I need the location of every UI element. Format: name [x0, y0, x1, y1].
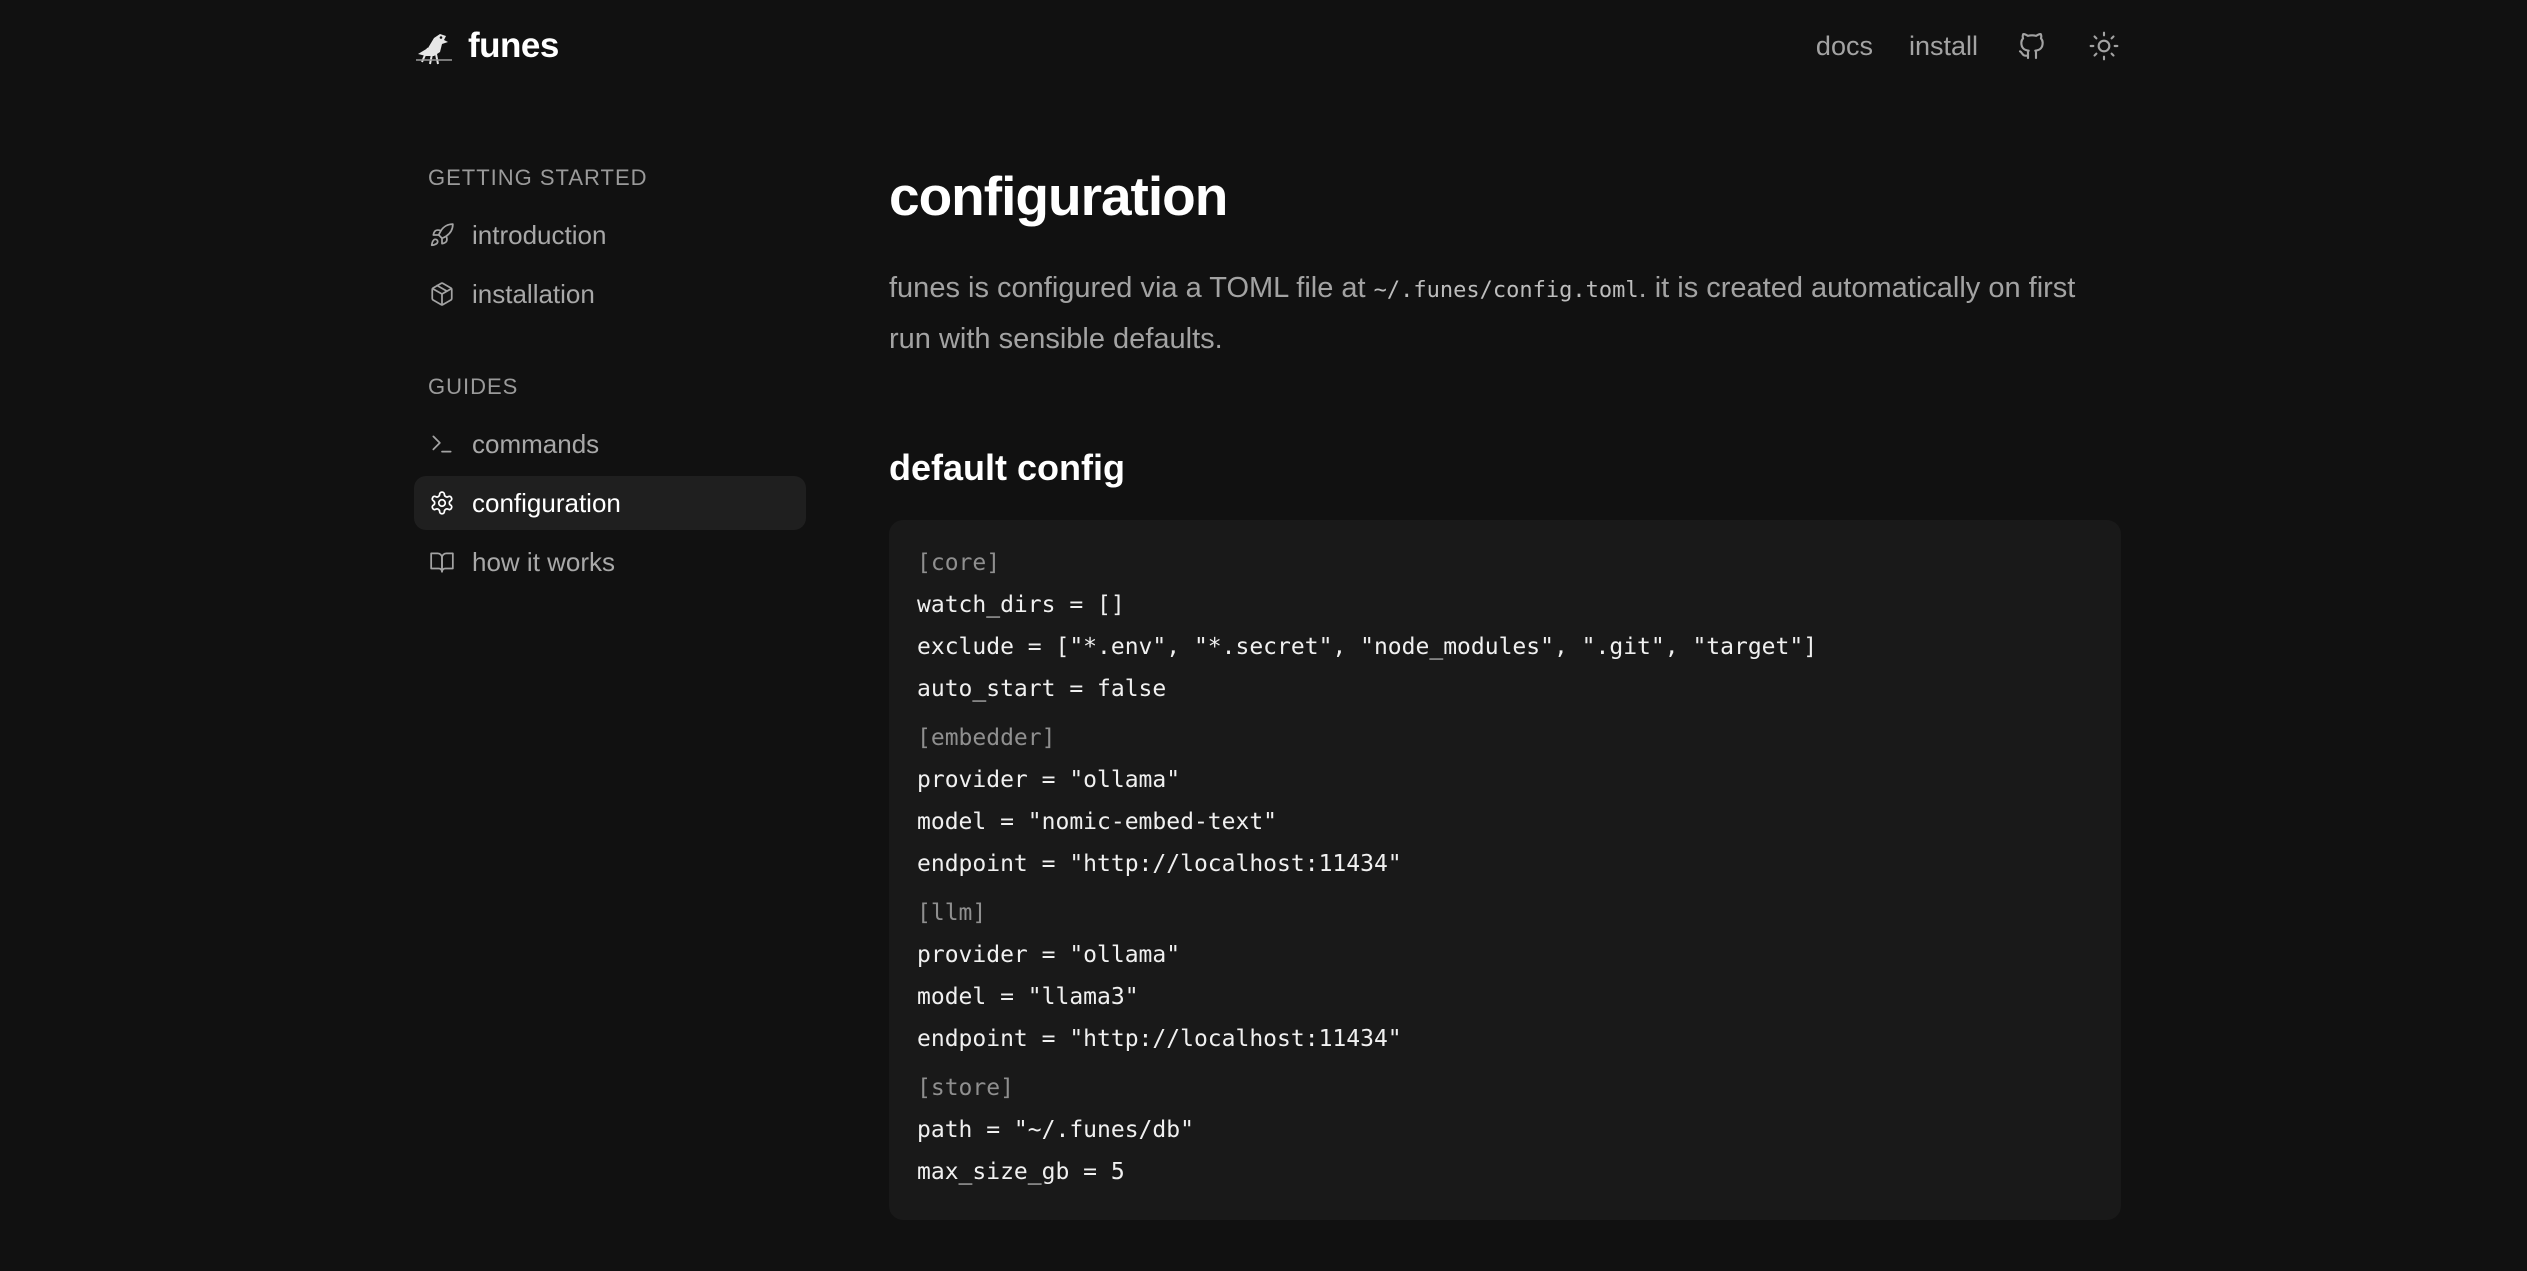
- intro-paragraph: funes is configured via a TOML file at ~…: [889, 264, 2121, 364]
- terminal-icon: [428, 430, 456, 458]
- code-section-header: [store]: [917, 1075, 1014, 1101]
- sidebar-item-label: configuration: [472, 487, 621, 518]
- sidebar-item-label: introduction: [472, 219, 607, 250]
- sidebar-item-label: installation: [472, 278, 595, 309]
- sidebar-item-commands[interactable]: commands: [414, 417, 806, 471]
- code-line: provider = "ollama": [917, 942, 1181, 968]
- theme-toggle-button[interactable]: [2086, 28, 2122, 64]
- sidebar-section-title: GETTING STARTED: [428, 165, 648, 190]
- docs-page: funes docs install GETTING STARTED intro…: [0, 0, 2527, 1271]
- code-line: auto_start = false: [917, 676, 1167, 702]
- code-line: endpoint = "http://localhost:11434": [917, 851, 1402, 877]
- code-line: provider = "ollama": [917, 767, 1181, 793]
- rocket-icon: [428, 221, 456, 249]
- brand-link[interactable]: funes: [412, 24, 559, 68]
- sidebar-item-how-it-works[interactable]: how it works: [414, 535, 806, 589]
- bird-logo: [416, 34, 452, 65]
- github-icon: [2018, 33, 2044, 60]
- gear-icon: [428, 489, 456, 517]
- code-line: endpoint = "http://localhost:11434": [917, 1026, 1402, 1052]
- nav-install-link[interactable]: install: [1909, 31, 1978, 62]
- page-title: configuration: [889, 165, 1228, 227]
- sidebar-item-installation[interactable]: installation: [414, 267, 806, 321]
- code-line: model = "nomic-embed-text": [917, 809, 1278, 835]
- sidebar-item-label: how it works: [472, 546, 616, 577]
- code-line: watch_dirs = []: [917, 592, 1125, 618]
- github-button[interactable]: [2014, 28, 2050, 64]
- code-line: model = "llama3": [917, 984, 1139, 1010]
- code-line: exclude = ["*.env", "*.secret", "node_mo…: [917, 634, 1818, 660]
- intro-text-before: funes is configured via a TOML file at: [889, 272, 1374, 304]
- code-block[interactable]: [core] watch_dirs = [] exclude = ["*.env…: [889, 520, 2121, 1220]
- docs-sidebar: GETTING STARTED introduction installatio…: [414, 160, 806, 594]
- section-heading-default-config: default config: [889, 447, 1125, 488]
- code-section-header: [core]: [917, 550, 1001, 576]
- code-section-header: [llm]: [917, 900, 987, 926]
- code-line: max_size_gb = 5: [917, 1159, 1125, 1185]
- sidebar-item-introduction[interactable]: introduction: [414, 208, 806, 262]
- top-header: funes docs install: [412, 20, 2122, 72]
- sidebar-item-configuration[interactable]: configuration: [414, 476, 806, 530]
- code-line: path = "~/.funes/db": [917, 1117, 1194, 1143]
- config-path-code: ~/.funes/config.toml: [1373, 278, 1639, 303]
- book-icon: [428, 548, 456, 576]
- code-section-header: [embedder]: [917, 725, 1056, 751]
- nav-docs-link[interactable]: docs: [1816, 31, 1873, 62]
- sun-icon: [2089, 31, 2119, 61]
- sidebar-item-label: commands: [472, 428, 600, 459]
- main-content: configuration funes is configured via a …: [889, 156, 2121, 1220]
- sidebar-section-title: GUIDES: [428, 374, 519, 399]
- package-icon: [428, 280, 456, 308]
- top-nav: docs install: [1816, 28, 2122, 64]
- brand-name: funes: [468, 26, 559, 65]
